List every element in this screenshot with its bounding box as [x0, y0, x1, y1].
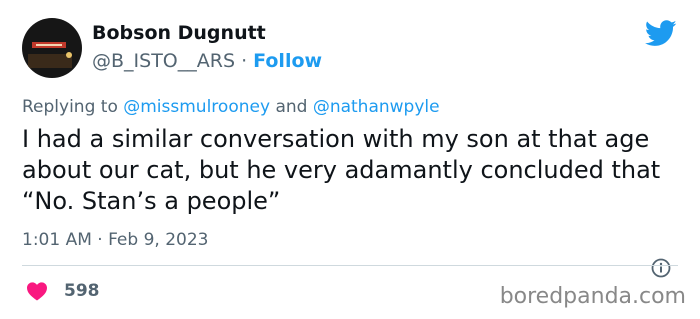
like-row: 598: [26, 281, 100, 301]
handle-separator: ·: [241, 50, 248, 72]
watermark: boredpanda.com: [499, 284, 686, 309]
like-count[interactable]: 598: [64, 281, 100, 301]
replying-to-label: Replying to: [22, 97, 118, 117]
display-name[interactable]: Bobson Dugnutt: [92, 22, 266, 44]
divider: [22, 265, 678, 266]
follow-button[interactable]: Follow: [253, 50, 322, 72]
tweet-timestamp[interactable]: 1:01 AM · Feb 9, 2023: [22, 230, 208, 250]
replying-connector: and: [275, 97, 308, 117]
avatar-sign-text-shape: [36, 44, 62, 46]
mention-nathanwpyle[interactable]: @nathanwpyle: [313, 97, 440, 117]
info-icon[interactable]: [651, 258, 671, 278]
user-handle[interactable]: @B_ISTO__ARS: [92, 50, 235, 72]
tweet-text: I had a similar conversation with my son…: [22, 125, 661, 215]
avatar[interactable]: [22, 18, 82, 78]
handle-line: @B_ISTO__ARS · Follow: [92, 50, 322, 72]
mention-missmulrooney[interactable]: @missmulrooney: [123, 97, 270, 117]
twitter-bird-icon[interactable]: [645, 20, 677, 47]
avatar-lamp-shape: [66, 52, 72, 58]
heart-icon[interactable]: [26, 281, 48, 301]
replying-to-line: Replying to @missmulrooney and @nathanwp…: [22, 97, 440, 117]
